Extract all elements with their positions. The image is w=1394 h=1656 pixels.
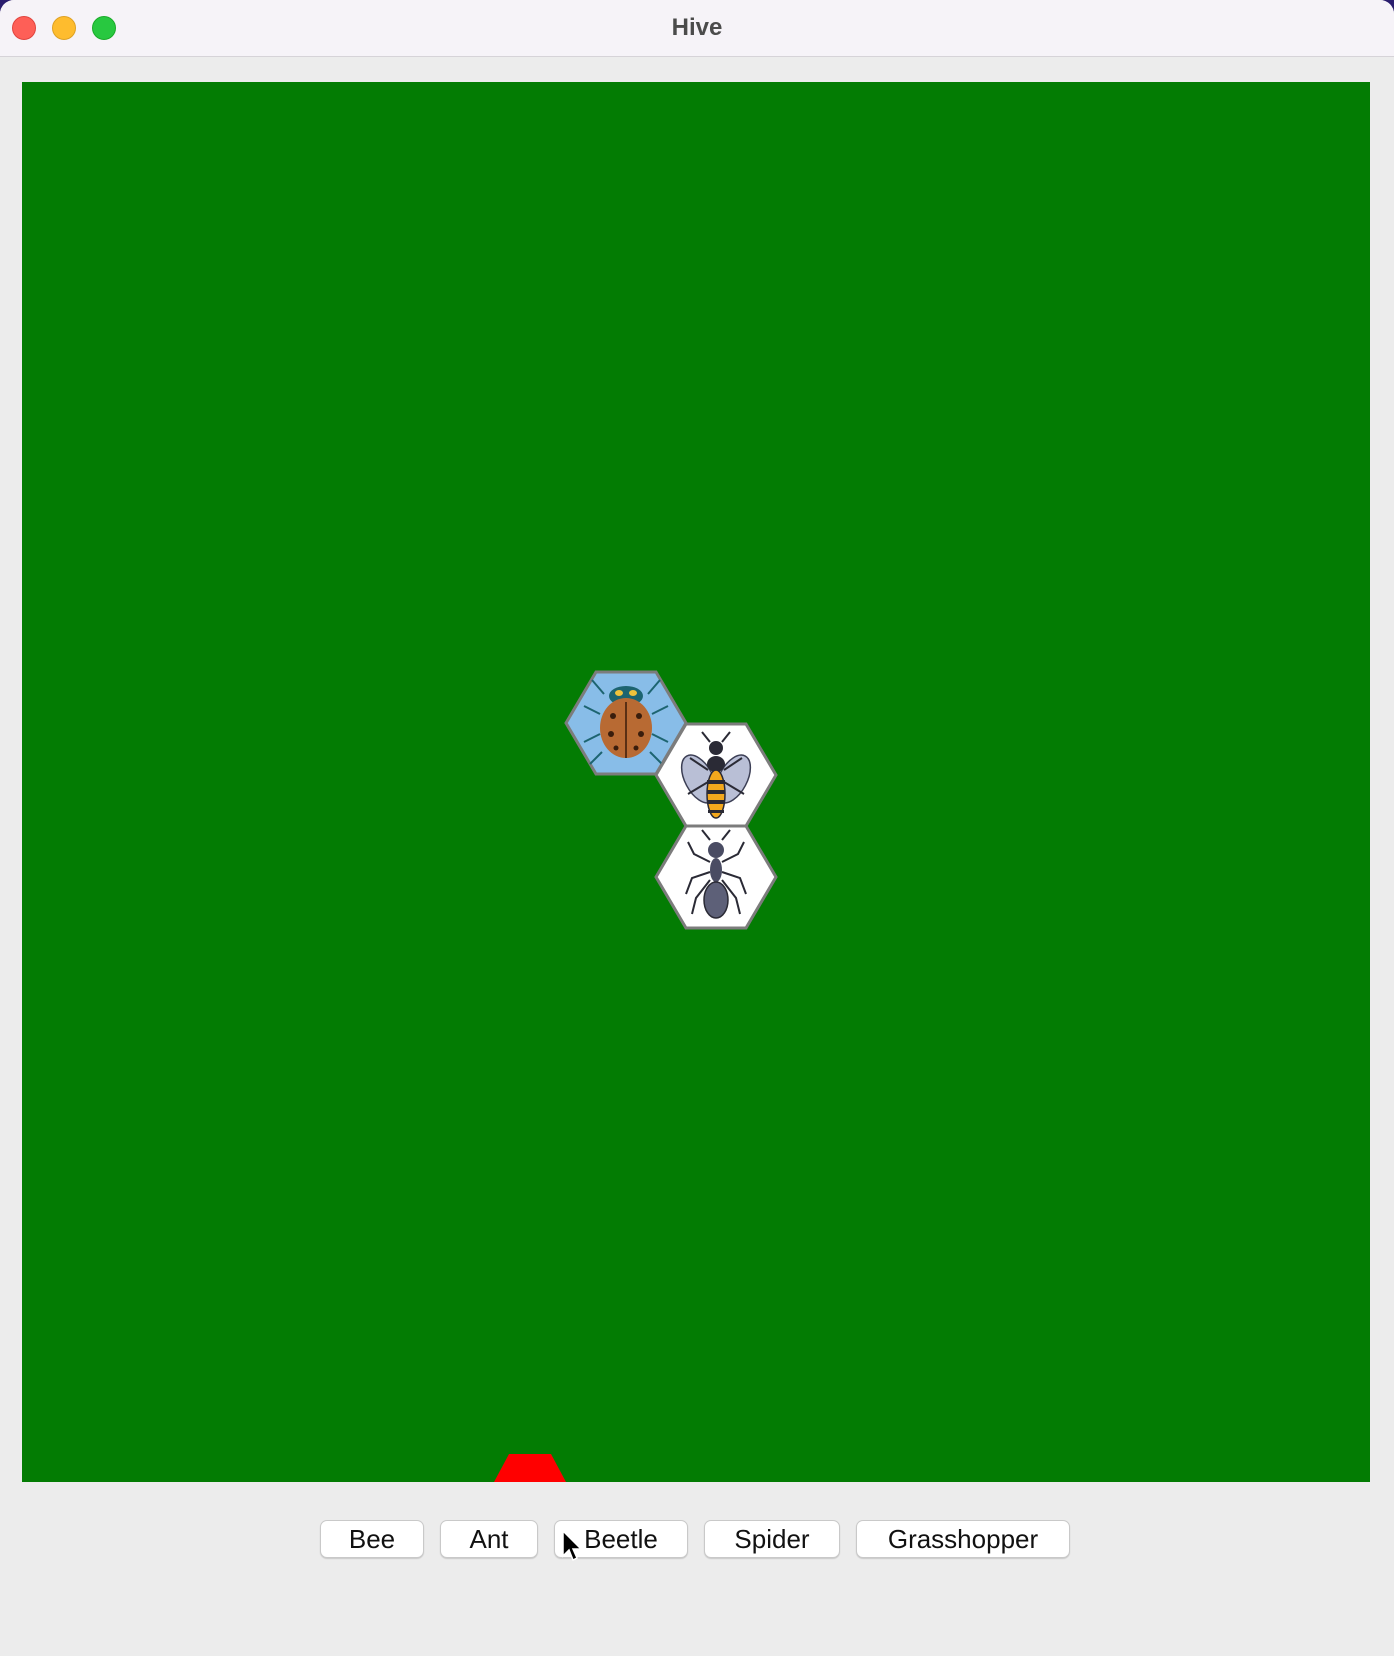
piece-button-bar: Bee Ant Beetle Spider Grasshopper: [0, 1520, 1394, 1560]
game-board[interactable]: [22, 82, 1370, 1482]
mouse-pointer-icon: [562, 1530, 582, 1562]
window-title: Hive: [671, 14, 723, 41]
bee-button[interactable]: Bee: [320, 1520, 424, 1558]
title-bar: Hive: [0, 0, 1394, 57]
ant-button[interactable]: Ant: [440, 1520, 538, 1558]
hive-tiles: [494, 670, 778, 1482]
tile-ant[interactable]: [654, 824, 778, 930]
app-window: Hive Bee Ant Beetle Spider Grasshopper: [0, 0, 1394, 1656]
placement-marker: [494, 1454, 566, 1482]
grasshopper-button[interactable]: Grasshopper: [856, 1520, 1070, 1558]
spider-button[interactable]: Spider: [704, 1520, 840, 1558]
